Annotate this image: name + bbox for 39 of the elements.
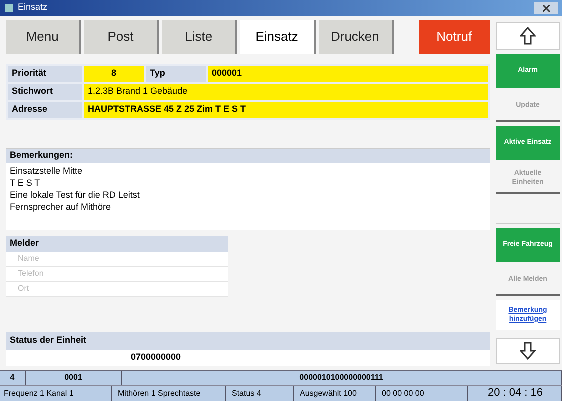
remark-line: Eine lokale Test für die RD Leitst — [10, 189, 141, 201]
field-label: Priorität — [8, 66, 82, 82]
field-label: Ort — [18, 283, 30, 295]
status-value: 0700000000 — [131, 351, 182, 364]
section-header: Status der Einheit — [6, 332, 490, 350]
tab[interactable]: Liste — [162, 20, 238, 54]
remark-line: Fernsprecher auf Mithöre — [10, 201, 112, 213]
tab[interactable]: Post — [84, 20, 160, 54]
tab[interactable]: Menu — [6, 20, 82, 54]
section-header: Bemerkungen: — [6, 149, 490, 163]
status-cell: Status 4 — [228, 386, 294, 401]
close-icon — [542, 4, 550, 12]
field-value: 000001 — [208, 66, 488, 82]
field-value: 8 — [84, 66, 144, 82]
app-icon — [4, 3, 14, 13]
scroll-down-button[interactable] — [496, 338, 560, 364]
field-label: Adresse — [8, 102, 82, 118]
field-label: Name — [18, 253, 40, 265]
close-button[interactable] — [534, 2, 558, 14]
up-arrow-icon — [520, 26, 536, 45]
status-cell: Frequenz 1 Kanal 1 — [0, 386, 112, 401]
field-value: HAUPTSTRASSE 45 Z 25 Zim T E S T — [84, 102, 488, 118]
window-title: Einsatz — [18, 1, 48, 14]
field-value: 1.2.3B Brand 1 Gebäude — [84, 84, 488, 100]
scroll-up-button[interactable] — [496, 22, 560, 50]
down-arrow-icon — [520, 342, 536, 360]
tab[interactable]: Drucken — [318, 20, 394, 54]
field-label: Stichwort — [8, 84, 82, 100]
field-label: Typ — [146, 66, 206, 82]
tab[interactable]: Einsatz — [240, 20, 316, 54]
remark-line: Einsatzstelle Mitte — [10, 165, 84, 177]
section-header: Melder — [6, 236, 228, 252]
status-cell: Mithören 1 Sprechtaste — [114, 386, 226, 401]
status-cell: 20 : 04 : 16 — [470, 386, 562, 401]
emergency-button[interactable]: Notruf — [418, 20, 490, 54]
field-label: Telefon — [18, 268, 44, 280]
status-cell: 00 00 00 00 — [378, 386, 468, 401]
remark-line: T E S T — [10, 177, 42, 189]
status-cell: Ausgewählt 100 — [296, 386, 376, 401]
